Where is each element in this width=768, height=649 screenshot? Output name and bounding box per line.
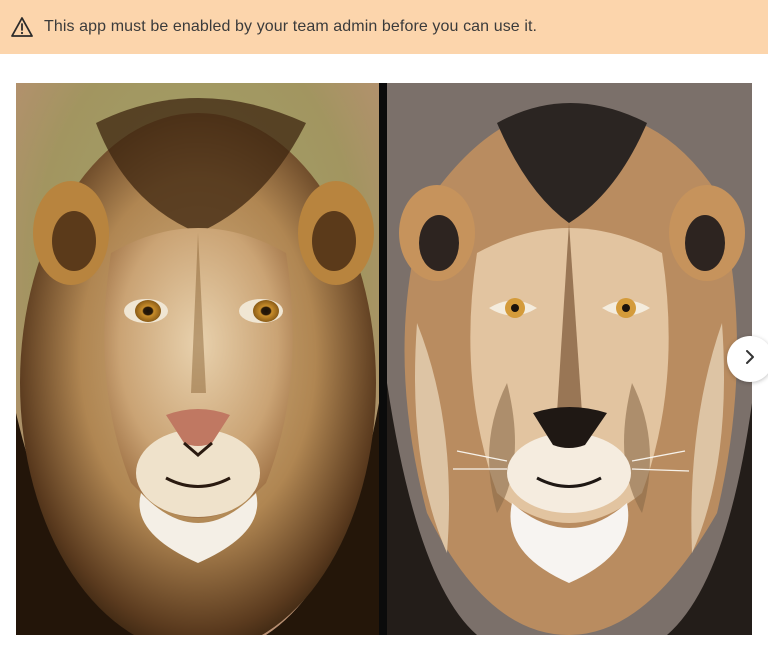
banner-message: This app must be enabled by your team ad… [44, 18, 538, 35]
lion-illustration-image [387, 83, 752, 635]
next-image-button[interactable] [727, 336, 768, 382]
lion-photo-image [16, 83, 379, 635]
warning-icon [11, 16, 33, 38]
image-carousel [16, 83, 752, 635]
image-divider [379, 83, 387, 635]
chevron-right-icon [742, 349, 758, 370]
admin-warning-banner: This app must be enabled by your team ad… [0, 0, 768, 54]
